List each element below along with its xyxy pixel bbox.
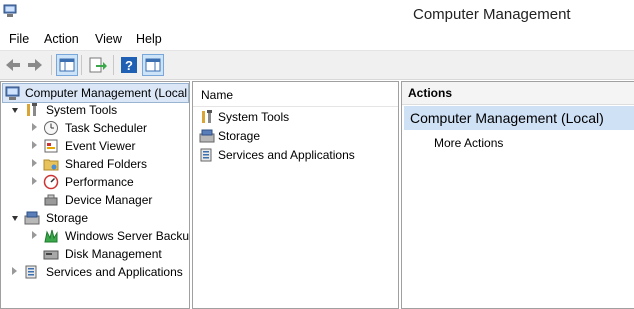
tree-item-label: Storage (46, 211, 89, 225)
collapse-arrow-icon[interactable] (32, 123, 37, 131)
collapse-arrow-icon[interactable] (32, 231, 37, 239)
title-bar: Computer Management (0, 0, 634, 30)
tree-item-disk-management[interactable]: Disk Management (1, 245, 189, 263)
tree-item-services-and-applications[interactable]: Services and Applications (1, 263, 189, 281)
tree-root-label: Computer Management (Local (25, 86, 188, 100)
list-item-label: System Tools (218, 110, 290, 124)
device-manager-icon (44, 194, 58, 206)
window-title: Computer Management (413, 6, 571, 23)
menu-action[interactable]: Action (44, 32, 79, 46)
export-list-icon[interactable] (86, 54, 108, 76)
tree-item-label: System Tools (46, 103, 118, 117)
expand-arrow-icon[interactable] (12, 216, 18, 221)
collapse-arrow-icon[interactable] (32, 141, 37, 149)
tree-item-label: Device Manager (65, 193, 153, 207)
computer-management-icon[interactable] (3, 4, 17, 18)
console-tree-pane[interactable]: Computer Management (Local System Tools … (0, 81, 190, 309)
more-actions-link[interactable]: More Actions (434, 136, 503, 150)
tree-item-label: Event Viewer (65, 139, 136, 153)
tree-item-system-tools[interactable]: System Tools (1, 101, 189, 119)
system-tools-icon (202, 110, 212, 123)
menu-view[interactable]: View (95, 32, 122, 46)
show-hide-console-tree-icon[interactable] (56, 54, 78, 76)
task-scheduler-icon (44, 121, 58, 135)
collapse-arrow-icon[interactable] (32, 159, 37, 167)
tree-item-label: Disk Management (65, 247, 162, 261)
tree-item-windows-server-backup[interactable]: Windows Server Backup (1, 227, 189, 245)
tree-item-label: Task Scheduler (65, 121, 148, 135)
services-and-applications-icon (25, 265, 37, 279)
tree-item-label: Windows Server Backup (65, 229, 189, 243)
tree-item-performance[interactable]: Performance (1, 173, 189, 191)
svg-text:?: ? (125, 58, 133, 73)
storage-icon (199, 129, 215, 143)
performance-icon (43, 174, 59, 190)
storage-icon (24, 211, 40, 225)
shared-folders-icon (43, 159, 59, 171)
tree-item-label: Services and Applications (46, 265, 183, 279)
tree-item-label: Performance (65, 175, 134, 189)
back-arrow-icon[interactable] (2, 54, 24, 76)
collapse-arrow-icon[interactable] (32, 177, 37, 185)
column-header-label: Name (201, 88, 234, 102)
collapse-arrow-icon[interactable] (12, 267, 17, 275)
event-viewer-icon (44, 139, 58, 153)
list-item-label: Storage (218, 129, 261, 143)
actions-section-header[interactable]: Computer Management (Local) (404, 106, 634, 130)
actions-pane: Actions Computer Management (Local) More… (401, 81, 634, 309)
show-hide-action-pane-icon[interactable] (142, 54, 164, 76)
toolbar: ? (0, 51, 634, 80)
tree-item-device-manager[interactable]: Device Manager (1, 191, 189, 209)
column-header-name[interactable]: Name (193, 82, 398, 107)
results-pane[interactable]: Name System Tools Storage Services and A… (192, 81, 399, 309)
disk-management-icon (43, 250, 59, 260)
toolbar-separator (113, 55, 114, 75)
actions-header-label: Actions (408, 86, 453, 100)
menu-bar: File Action View Help (0, 30, 634, 51)
tree-item-shared-folders[interactable]: Shared Folders (1, 155, 189, 173)
toolbar-separator (81, 55, 82, 75)
menu-help[interactable]: Help (136, 32, 162, 46)
actions-header: Actions (402, 82, 634, 105)
system-tools-icon (27, 103, 37, 116)
list-item-label: Services and Applications (218, 148, 355, 162)
tree-item-task-scheduler[interactable]: Task Scheduler (1, 119, 189, 137)
toolbar-separator (51, 55, 52, 75)
forward-arrow-icon[interactable] (24, 54, 46, 76)
tree-item-event-viewer[interactable]: Event Viewer (1, 137, 189, 155)
services-and-applications-icon (200, 148, 212, 162)
tree-item-storage[interactable]: Storage (1, 209, 189, 227)
expand-arrow-icon[interactable] (12, 108, 18, 113)
menu-file[interactable]: File (9, 32, 29, 46)
computer-management-icon (5, 86, 20, 100)
tree-item-label: Shared Folders (65, 157, 148, 171)
tree-root-computer-management[interactable]: Computer Management (Local (2, 83, 189, 103)
actions-section-label: Computer Management (Local) (410, 110, 604, 126)
windows-server-backup-icon (44, 229, 58, 243)
help-icon[interactable]: ? (118, 54, 140, 76)
